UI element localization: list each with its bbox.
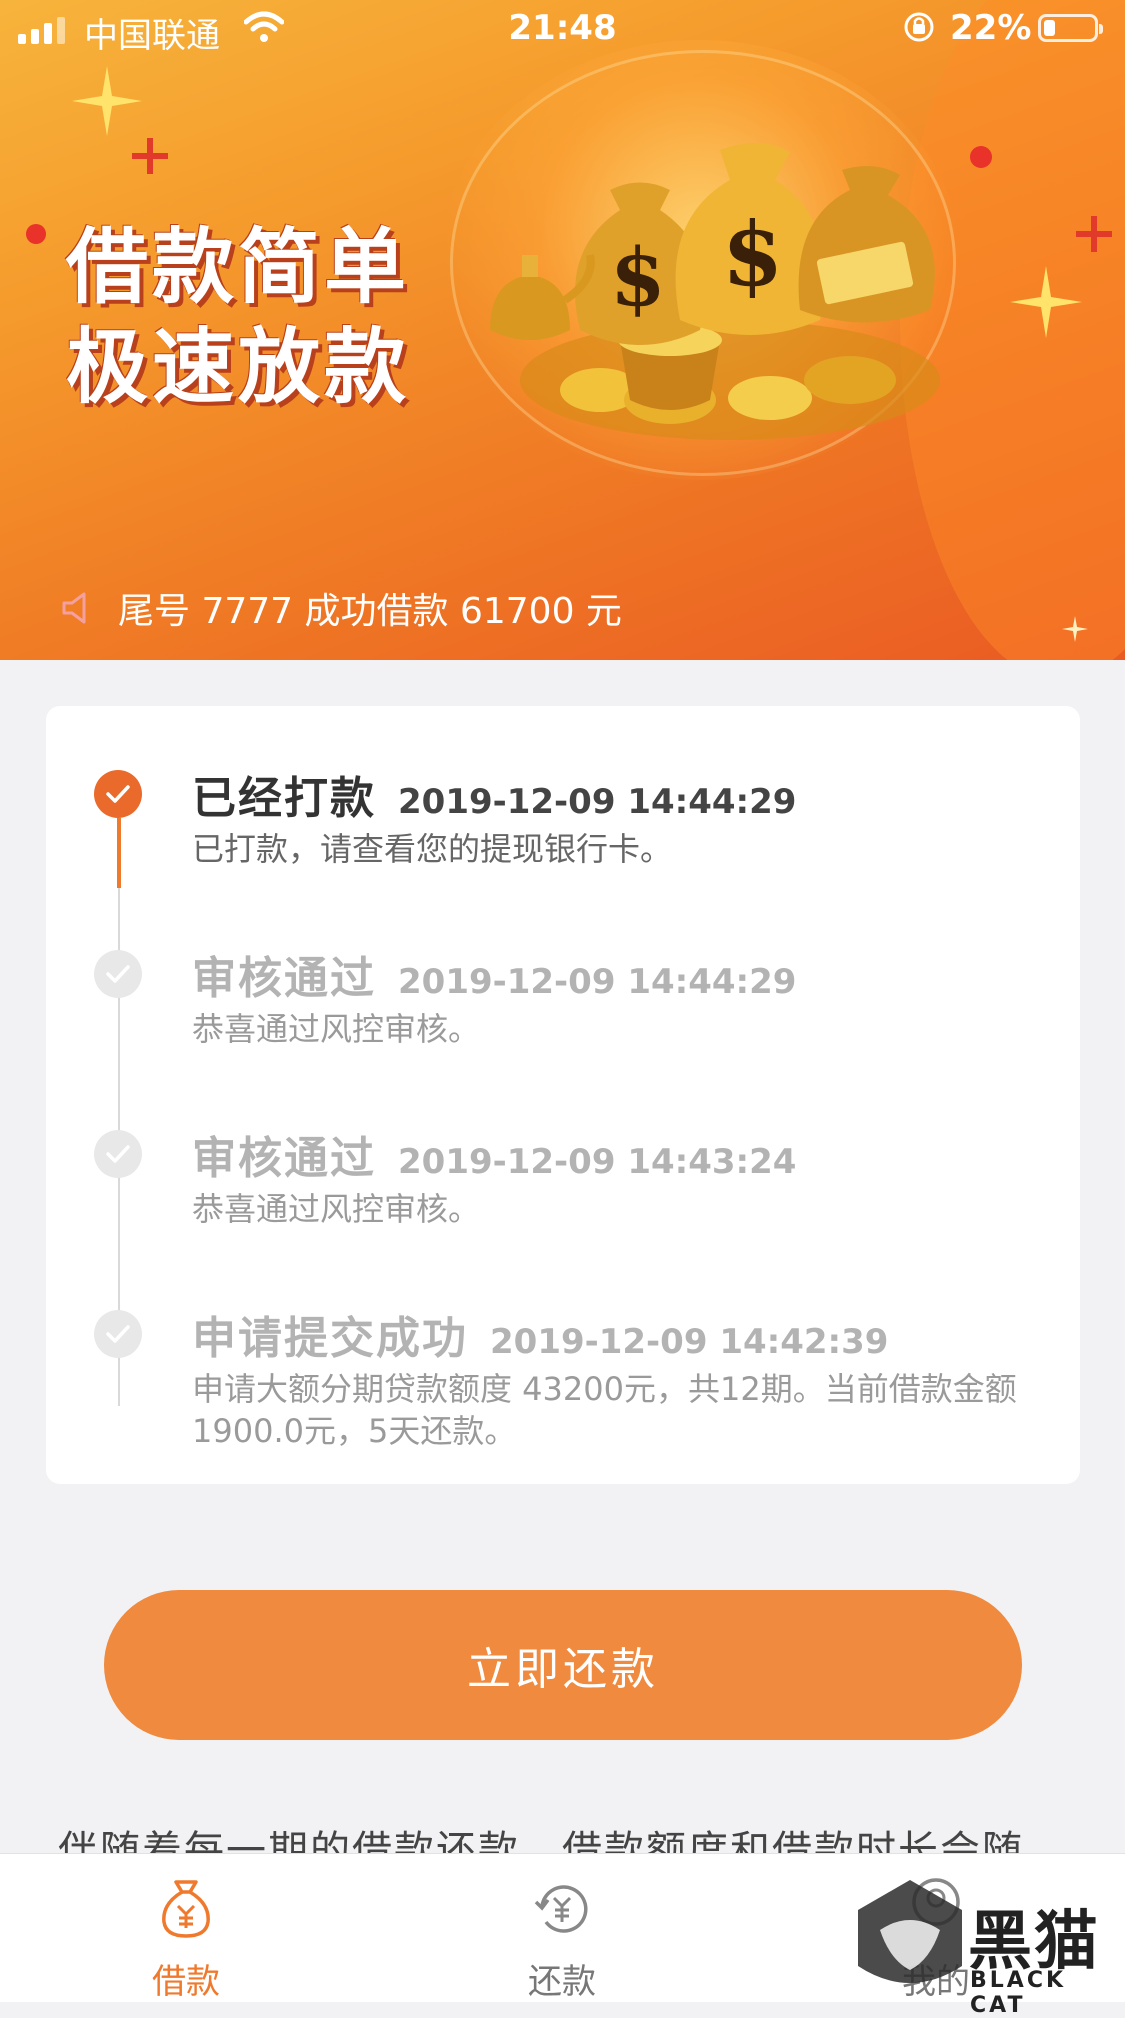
notice-text: 尾号 7777 成功借款 61700 元 [118, 591, 622, 632]
step-time: 2019-12-09 14:42:39 [490, 1322, 889, 1362]
battery-percent: 22% [950, 8, 1032, 48]
cross-deco-icon [1076, 216, 1112, 252]
tab-label: 还款 [528, 1962, 596, 2002]
step-time: 2019-12-09 14:44:29 [398, 782, 797, 822]
loan-notice-ticker: 尾号 7777 成功借款 61700 元 [58, 582, 622, 634]
check-icon [94, 770, 142, 818]
sparkle-icon [1010, 266, 1082, 338]
tab-label: 借款 [152, 1962, 220, 2002]
hero-banner: $ $ 借款简单 极速放款 尾号 7777 成功借款 61700 元 [0, 0, 1125, 660]
repay-now-button[interactable]: 立即还款 [104, 1590, 1022, 1740]
sparkle-icon [72, 66, 142, 136]
speaker-icon [62, 592, 86, 624]
step-desc: 恭喜通过风控审核。 [192, 1010, 481, 1048]
check-icon [94, 1130, 142, 1178]
step-desc: 恭喜通过风控审核。 [192, 1190, 481, 1228]
banner-slogan: 借款简单 极速放款 [66, 218, 486, 418]
rotation-lock-icon [904, 12, 934, 42]
step-time: 2019-12-09 14:43:24 [398, 1142, 797, 1182]
svg-text:$: $ [722, 202, 783, 306]
timeline-line-active [117, 818, 121, 888]
money-bag-icon [162, 1880, 210, 1938]
check-icon [94, 1310, 142, 1358]
loan-progress-card: 已经打款 2019-12-09 14:44:29 已打款，请查看您的提现银行卡。… [46, 706, 1080, 1484]
slogan-line: 借款简单 [66, 220, 411, 315]
sparkle-icon [1062, 616, 1088, 642]
step-title: 审核通过 [192, 1133, 376, 1184]
step-title: 已经打款 [192, 773, 376, 824]
step-time: 2019-12-09 14:44:29 [398, 962, 797, 1002]
watermark-sub: BLACK CAT [970, 1968, 1067, 2018]
slogan-line: 极速放款 [66, 320, 411, 415]
tab-repay[interactable]: 还款 [462, 1854, 662, 2002]
tab-loan[interactable]: 借款 [86, 1854, 286, 2002]
cross-deco-icon [132, 138, 168, 174]
status-bar: 中国联通 21:48 22% [0, 0, 1125, 58]
step-desc: 申请大额分期贷款额度 43200元，共12期。当前借款金额1900.0元，5天还… [192, 1370, 1017, 1450]
svg-text:$: $ [610, 230, 666, 324]
money-bags-illustration: $ $ [490, 142, 940, 440]
step-title: 申请提交成功 [192, 1313, 468, 1364]
battery-icon [1038, 14, 1103, 42]
step-title: 审核通过 [192, 953, 376, 1004]
repay-cycle-icon [534, 1885, 588, 1933]
dot-deco [26, 224, 46, 244]
step-desc: 已打款，请查看您的提现银行卡。 [192, 830, 673, 868]
dot-deco [970, 146, 992, 168]
check-icon [94, 950, 142, 998]
